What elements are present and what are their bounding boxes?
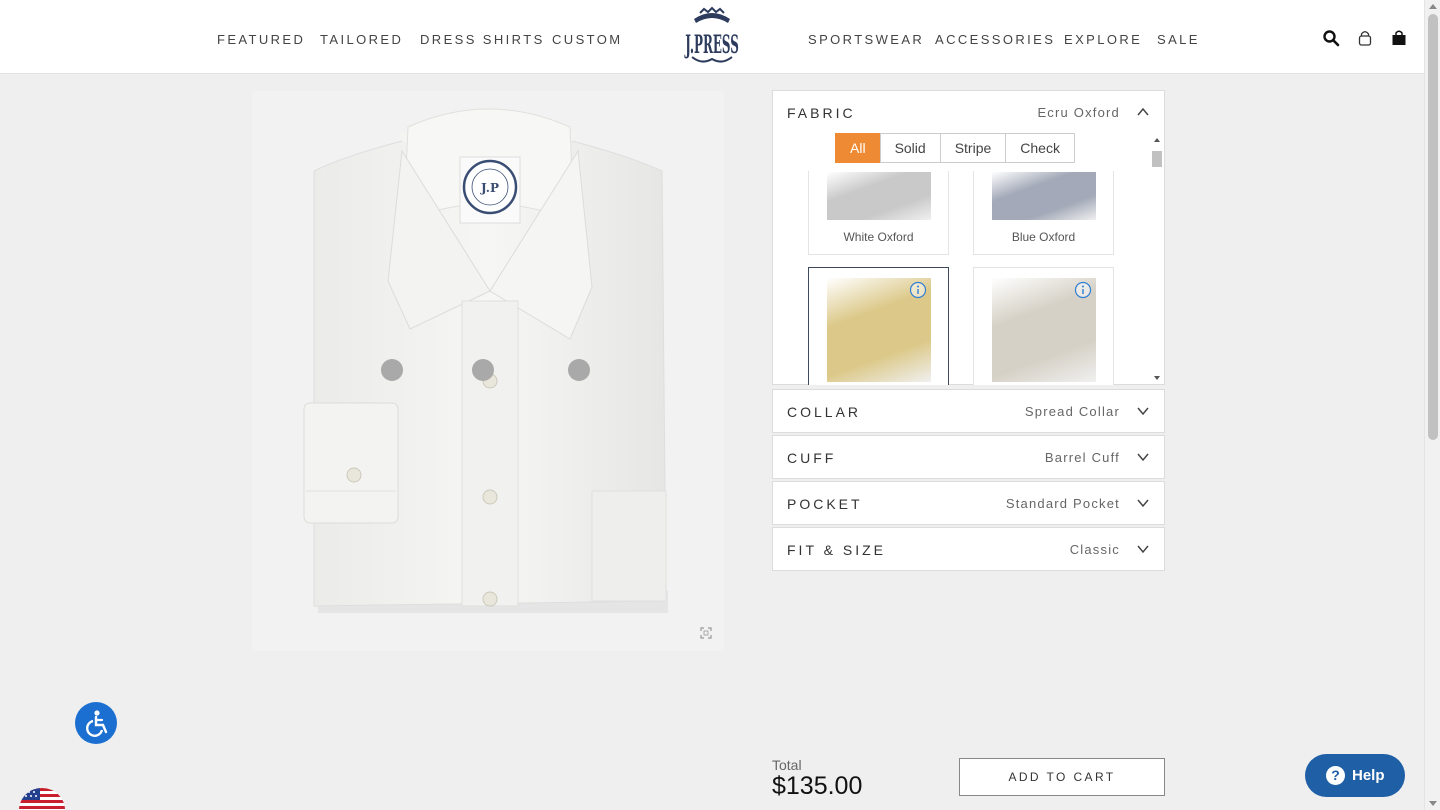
account-icon[interactable]: [1356, 29, 1374, 47]
nav-explore[interactable]: EXPLORE: [1064, 32, 1142, 47]
pocket-selected-value: Standard Pocket: [1005, 496, 1120, 511]
fabric-list-scrollbar[interactable]: [1151, 135, 1163, 385]
cuff-title: CUFF: [787, 450, 837, 466]
hotspot-collar[interactable]: [381, 359, 403, 381]
info-icon[interactable]: [909, 281, 927, 299]
fabric-panel-header[interactable]: FABRIC Ecru Oxford: [773, 91, 1164, 135]
hotspot-placket[interactable]: [472, 359, 494, 381]
pocket-panel-header[interactable]: POCKET Standard Pocket: [773, 482, 1164, 526]
swatch-image: [827, 172, 931, 220]
expand-icon[interactable]: [700, 627, 712, 639]
cuff-panel[interactable]: CUFF Barrel Cuff: [772, 435, 1165, 479]
accessibility-button[interactable]: [75, 702, 117, 744]
question-icon: ?: [1326, 766, 1345, 785]
fabric-title: FABRIC: [787, 105, 856, 121]
nav-tailored[interactable]: TAILORED: [320, 32, 403, 47]
cart-icon[interactable]: [1390, 29, 1408, 47]
nav-accessories[interactable]: ACCESSORIES: [935, 32, 1055, 47]
swatch-name: Blue Oxford: [1011, 230, 1076, 244]
fit-size-panel[interactable]: FIT & SIZE Classic: [772, 527, 1165, 571]
scrollbar-thumb[interactable]: [1152, 151, 1162, 167]
pocket-title: POCKET: [787, 496, 863, 512]
wheelchair-icon: [86, 710, 108, 737]
us-flag-icon[interactable]: [18, 784, 66, 810]
site-header: FEATURED TAILORED DRESS SHIRTS CUSTOM J.…: [0, 0, 1424, 74]
swatch-stone-oxford[interactable]: [973, 267, 1114, 385]
cuff-selected-value: Barrel Cuff: [1044, 450, 1120, 465]
nav-dress-shirts[interactable]: DRESS SHIRTS: [420, 32, 545, 47]
total-label: Total: [772, 757, 802, 773]
swatch-ecru-oxford[interactable]: [808, 267, 949, 385]
filter-solid[interactable]: Solid: [879, 133, 941, 163]
fabric-panel: FABRIC Ecru Oxford All Solid Stripe Chec…: [772, 90, 1165, 385]
info-icon[interactable]: [1074, 281, 1092, 299]
collar-selected-value: Spread Collar: [1024, 404, 1120, 419]
scroll-up-arrow[interactable]: [1429, 4, 1437, 9]
chevron-up-icon[interactable]: [1136, 105, 1150, 119]
collar-panel-header[interactable]: COLLAR Spread Collar: [773, 390, 1164, 434]
scroll-up-arrow[interactable]: [1154, 138, 1160, 142]
help-label: Help: [1352, 767, 1385, 784]
filter-check[interactable]: Check: [1005, 133, 1075, 163]
cuff-panel-header[interactable]: CUFF Barrel Cuff: [773, 436, 1164, 480]
swatch-white-oxford[interactable]: White Oxford: [808, 171, 949, 255]
fit-size-title: FIT & SIZE: [787, 542, 886, 558]
nav-custom[interactable]: CUSTOM: [552, 32, 623, 47]
collar-panel[interactable]: COLLAR Spread Collar: [772, 389, 1165, 433]
scrollbar-thumb[interactable]: [1428, 14, 1438, 440]
jpress-logo[interactable]: J.PRESS: [680, 5, 744, 69]
logo-text: J.PRESS: [684, 29, 739, 60]
swatch-name: White Oxford: [843, 230, 914, 244]
swatch-blue-oxford[interactable]: Blue Oxford: [973, 171, 1114, 255]
chevron-down-icon[interactable]: [1136, 542, 1150, 556]
fabric-selected-value: Ecru Oxford: [1037, 105, 1120, 120]
nav-sportswear[interactable]: SPORTSWEAR: [808, 32, 924, 47]
fabric-swatch-grid: White Oxford Blue Oxford: [773, 171, 1153, 385]
nav-sale[interactable]: SALE: [1157, 32, 1200, 47]
filter-stripe[interactable]: Stripe: [939, 133, 1007, 163]
scroll-down-arrow[interactable]: [1429, 801, 1437, 806]
fit-size-selected-value: Classic: [1069, 542, 1120, 557]
fabric-filter-tabs: All Solid Stripe Check: [835, 133, 1075, 163]
scroll-down-arrow[interactable]: [1154, 376, 1160, 380]
collar-title: COLLAR: [787, 404, 862, 420]
swatch-image: [992, 172, 1096, 220]
page-scrollbar[interactable]: [1424, 0, 1440, 810]
pocket-panel[interactable]: POCKET Standard Pocket: [772, 481, 1165, 525]
search-icon[interactable]: [1322, 29, 1340, 47]
total-price: $135.00: [772, 772, 863, 800]
chevron-down-icon[interactable]: [1136, 496, 1150, 510]
product-image: J.P: [252, 91, 724, 651]
nav-featured[interactable]: FEATURED: [217, 32, 305, 47]
svg-text:J.P: J.P: [480, 181, 499, 195]
add-to-cart-button[interactable]: ADD TO CART: [959, 758, 1165, 796]
help-button[interactable]: ? Help: [1305, 754, 1405, 797]
chevron-down-icon[interactable]: [1136, 450, 1150, 464]
hotspot-pocket[interactable]: [568, 359, 590, 381]
filter-all[interactable]: All: [835, 133, 881, 163]
fit-size-panel-header[interactable]: FIT & SIZE Classic: [773, 528, 1164, 572]
chevron-down-icon[interactable]: [1136, 404, 1150, 418]
